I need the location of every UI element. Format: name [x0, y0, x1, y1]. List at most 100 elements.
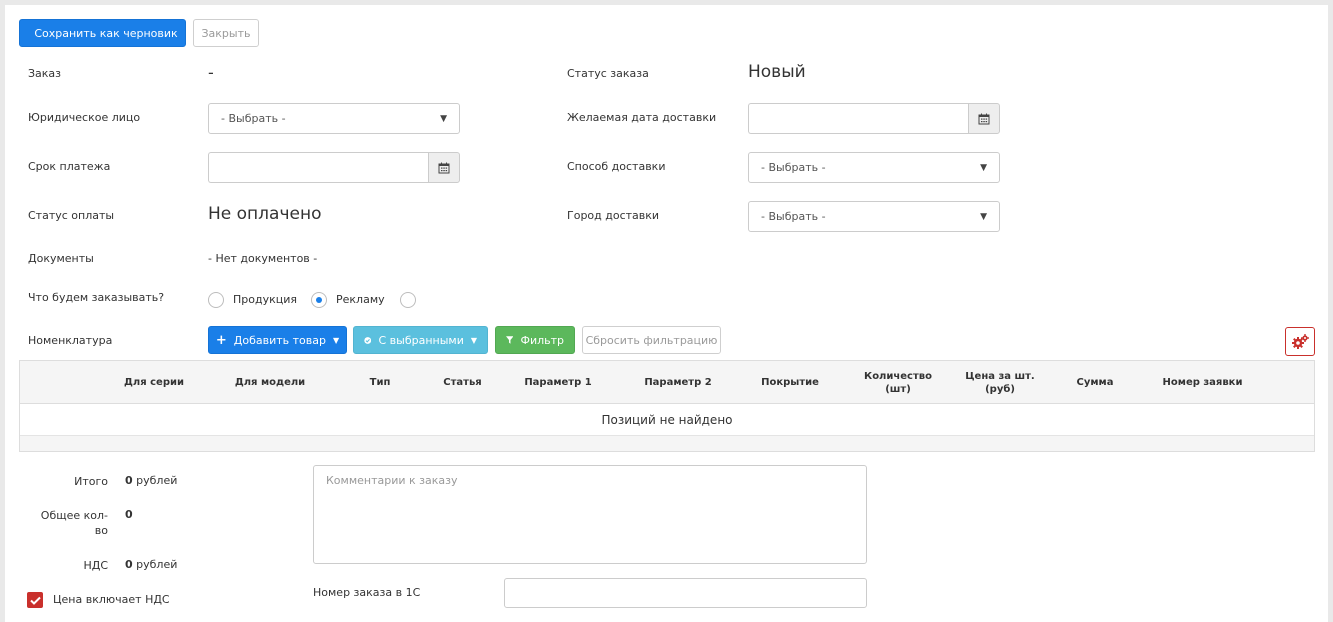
delivery-city-select[interactable]: - Выбрать - ▼: [748, 201, 1000, 232]
order-comments-placeholder: Комментарии к заказу: [326, 474, 458, 487]
payment-due-calendar-button[interactable]: [428, 152, 460, 183]
order-comments-textarea[interactable]: Комментарии к заказу: [313, 465, 867, 564]
order-type-products-label: Продукция: [233, 293, 297, 306]
with-selected-button[interactable]: С выбранными ▼: [353, 326, 488, 354]
column-header-text: Параметр 1: [524, 377, 592, 388]
with-selected-label: С выбранными: [378, 333, 464, 347]
desired-date-input[interactable]: [748, 103, 968, 134]
order-type-radio-other[interactable]: [400, 292, 416, 308]
add-item-label: Добавить товар: [233, 333, 326, 347]
column-header-param2[interactable]: Параметр 2: [633, 361, 723, 404]
total-amount: 0: [125, 474, 133, 487]
column-header-text: Статья: [443, 377, 482, 388]
filter-button[interactable]: Фильтр: [495, 326, 575, 354]
dropdown-caret-icon: ▼: [980, 162, 987, 173]
what-order-label: Что будем заказывать?: [28, 291, 165, 304]
column-header-param1[interactable]: Параметр 1: [513, 361, 603, 404]
column-header-request-number[interactable]: Номер заявки: [1150, 361, 1255, 404]
calendar-icon: [978, 113, 990, 124]
price-includes-vat-checkbox[interactable]: [27, 592, 43, 608]
legal-entity-select[interactable]: - Выбрать - ▼: [208, 103, 460, 134]
vat-value: 0 рублей: [125, 558, 177, 571]
desired-date-picker: [748, 103, 1000, 134]
filter-label: Фильтр: [520, 333, 564, 347]
add-item-button[interactable]: + Добавить товар ▼: [208, 326, 347, 354]
dropdown-caret-icon: ▼: [980, 211, 987, 222]
column-header-text: Цена за шт.: [965, 370, 1035, 382]
payment-due-label: Срок платежа: [28, 160, 111, 173]
column-header-unit-price[interactable]: Цена за шт. (руб): [950, 361, 1050, 404]
order-1c-input[interactable]: [504, 578, 867, 608]
column-header-article[interactable]: Статья: [430, 361, 495, 404]
column-header-text: Для серии: [123, 377, 184, 388]
column-header-model[interactable]: Для модели: [220, 361, 320, 404]
save-draft-button[interactable]: Сохранить как черновик: [19, 19, 186, 47]
nomenclature-table: Для серии Для модели Тип Статья Параметр…: [19, 360, 1315, 452]
column-header-text: Тип: [369, 377, 391, 388]
table-settings-button[interactable]: [1285, 327, 1315, 356]
save-draft-label: Сохранить как черновик: [34, 26, 178, 40]
total-label: Итого: [74, 475, 108, 488]
close-button[interactable]: Закрыть: [193, 19, 259, 47]
delivery-city-value: - Выбрать -: [761, 210, 826, 223]
vat-amount: 0: [125, 558, 133, 571]
delivery-city-label: Город доставки: [567, 209, 660, 222]
vat-label: НДС: [83, 559, 108, 572]
filter-icon: [506, 336, 514, 344]
payment-status-value: Не оплачено: [208, 204, 322, 224]
checkmark-icon: [29, 596, 41, 605]
column-header-subtext: (шт): [885, 383, 911, 395]
check-circle-icon: [364, 336, 372, 344]
payment-due-input[interactable]: [208, 152, 428, 183]
reset-filter-button[interactable]: Сбросить фильтрацию: [582, 326, 721, 354]
caret-down-icon: ▼: [470, 335, 477, 345]
order-1c-label: Номер заказа в 1С: [313, 586, 421, 599]
nomenclature-label: Номенклатура: [28, 334, 113, 347]
column-header-text: Количество: [864, 370, 932, 382]
column-header-quantity[interactable]: Количество (шт): [848, 361, 948, 404]
gears-icon: [1292, 333, 1309, 349]
column-header-text: Номер заявки: [1162, 377, 1243, 388]
column-header-subtext: (руб): [985, 383, 1015, 395]
column-header-type[interactable]: Тип: [355, 361, 405, 404]
caret-down-icon: ▼: [332, 335, 340, 345]
delivery-method-select[interactable]: - Выбрать - ▼: [748, 152, 1000, 183]
dropdown-caret-icon: ▼: [440, 113, 447, 124]
payment-due-date-picker: [208, 152, 460, 183]
delivery-method-value: - Выбрать -: [761, 161, 826, 174]
column-header-text: Сумма: [1076, 377, 1114, 388]
order-type-ads-label: Рекламу: [336, 293, 385, 306]
total-qty-amount: 0: [125, 508, 133, 521]
payment-status-label: Статус оплаты: [28, 209, 115, 222]
table-empty-row: Позиций не найдено: [20, 404, 1314, 436]
documents-label: Документы: [28, 252, 94, 265]
price-includes-vat-label: Цена включает НДС: [53, 593, 170, 606]
order-type-radio-ads[interactable]: [311, 292, 327, 308]
order-value: -: [208, 63, 214, 82]
total-qty-label-line2: во: [94, 524, 108, 537]
column-header-text: Параметр 2: [644, 377, 712, 388]
desired-date-label: Желаемая дата доставки: [567, 111, 717, 124]
calendar-icon: [438, 162, 450, 173]
column-header-text: Для модели: [234, 377, 306, 388]
vat-unit: рублей: [136, 558, 178, 571]
order-form-page: Сохранить как черновик Закрыть Заказ - Ю…: [5, 5, 1328, 622]
total-value: 0 рублей: [125, 474, 177, 487]
total-qty-label-line1: Общее кол-: [40, 509, 108, 522]
legal-entity-label: Юридическое лицо: [28, 111, 141, 124]
desired-date-calendar-button[interactable]: [968, 103, 1000, 134]
close-label: Закрыть: [201, 26, 251, 40]
order-label: Заказ: [28, 67, 62, 80]
column-header-text: Покрытие: [761, 377, 819, 388]
column-header-sum[interactable]: Сумма: [1065, 361, 1125, 404]
order-status-value: Новый: [748, 62, 806, 82]
order-status-label: Статус заказа: [567, 67, 649, 80]
table-header: Для серии Для модели Тип Статья Параметр…: [20, 361, 1314, 404]
order-type-radio-products[interactable]: [208, 292, 224, 308]
column-header-series[interactable]: Для серии: [114, 361, 194, 404]
total-unit: рублей: [136, 474, 178, 487]
reset-filter-label: Сбросить фильтрацию: [585, 333, 718, 347]
legal-entity-value: - Выбрать -: [221, 112, 286, 125]
column-header-coating[interactable]: Покрытие: [750, 361, 830, 404]
documents-value: - Нет документов -: [208, 252, 318, 265]
